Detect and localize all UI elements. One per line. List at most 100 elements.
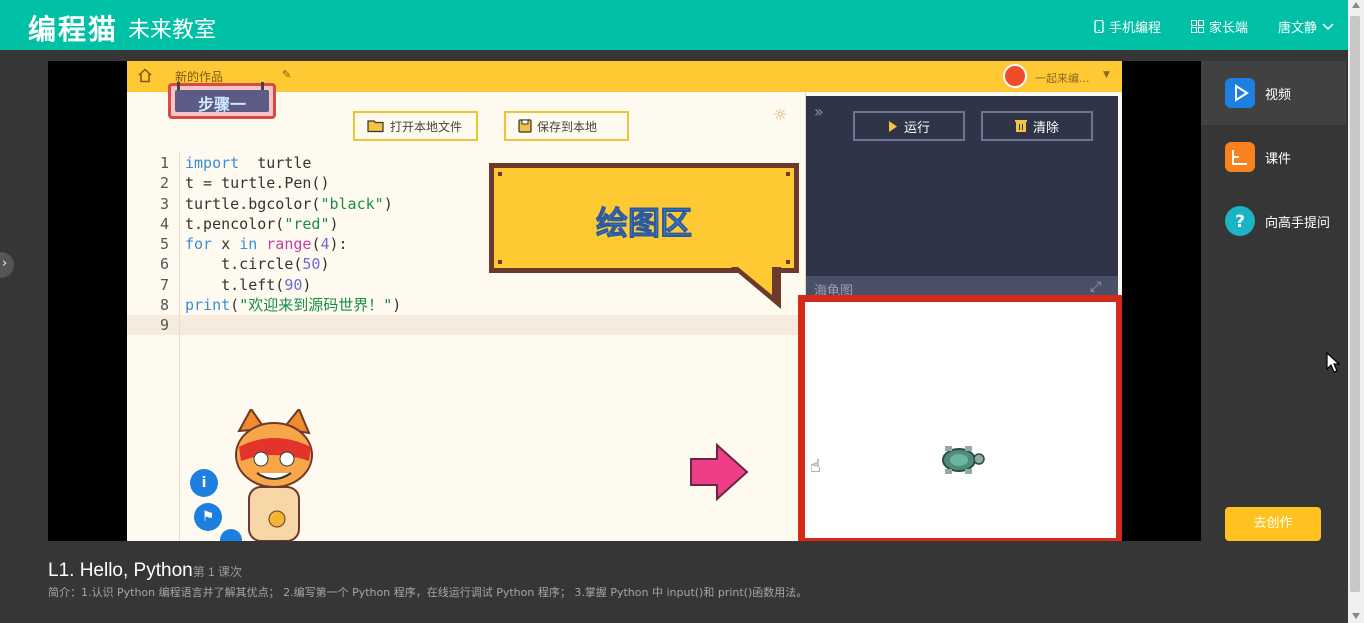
double-chevron-icon: » [814, 102, 824, 121]
chevron-right-icon: › [2, 256, 8, 271]
line-number: 2 [159, 174, 169, 193]
line-number: 5 [159, 235, 169, 254]
code-token: in [239, 235, 258, 254]
account-label: 一起来编... [1035, 72, 1090, 85]
code-token: "red" [284, 214, 330, 233]
lesson-meta: 第 1 课次 [192, 565, 243, 579]
expand-icon: ⤢ [1090, 279, 1102, 295]
panel-item-courseware[interactable]: 课件 [1201, 125, 1346, 189]
code-line: 7 t.left(90) [127, 275, 805, 295]
code-token: ( [230, 296, 240, 315]
lesson-title-text: L1. Hello, Python [48, 560, 193, 581]
right-panel: 视频 课件 ? 向高手提问 [1201, 61, 1346, 541]
panel-item-ask-expert[interactable]: ? 向高手提问 [1201, 189, 1346, 253]
top-bar: 编程猫 未来教室 手机编程 家长端 唐文静 [0, 0, 1348, 50]
nav-mobile-label: 手机编程 [1109, 21, 1162, 36]
avatar [1003, 64, 1027, 88]
user-menu[interactable]: 唐文静 [1278, 17, 1334, 36]
code-text: t = turtle.Pen() [185, 173, 330, 193]
code-line: 9 [127, 315, 805, 335]
code-token: range [266, 235, 312, 254]
video-frame: 新的作品 ✎ 一起来编... ▼ 步骤一 打开本地文件 保存到本地 ☼ 1 imp… [127, 61, 1122, 541]
pencil-icon: ✎ [282, 68, 292, 81]
code-token: ) [392, 296, 402, 315]
code-token: ) [302, 275, 312, 294]
code-text: import turtle [185, 153, 311, 173]
code-token: turtle.bgcolor( [185, 194, 321, 213]
turtle-icon [942, 446, 985, 474]
chevron-down-icon [1322, 22, 1334, 30]
line-number: 8 [159, 296, 169, 315]
code-token: ) [329, 214, 339, 233]
panel-item-video[interactable]: 视频 [1201, 61, 1346, 125]
code-text: for x in range(4): [185, 234, 348, 254]
code-token: t.circle( [185, 255, 303, 274]
user-name: 唐文静 [1278, 21, 1318, 36]
code-text: print("欢迎来到源码世界！") [185, 295, 401, 315]
bubble-rivet [786, 260, 790, 264]
nav-parent[interactable]: 家长端 [1191, 17, 1248, 36]
code-text: t.left(90) [185, 275, 311, 295]
mascot-cat-image [235, 409, 313, 541]
lesson-title: L1. Hello, Python第 1 课次 [48, 560, 242, 582]
save-local-button: 保存到本地 [504, 111, 629, 141]
code-token: t = turtle.Pen() [185, 174, 330, 193]
brand-subtitle: 未来教室 [128, 18, 217, 43]
code-token: t.pencolor( [185, 214, 285, 233]
brand-logo[interactable]: 编程猫 [28, 8, 118, 48]
scroll-down-icon[interactable] [1352, 613, 1360, 619]
line-number: 4 [159, 214, 169, 233]
mouse-pointer-icon [1326, 352, 1340, 373]
scroll-thumb[interactable] [1350, 16, 1360, 592]
badge-icon: ⚑ [194, 503, 222, 531]
code-text: t.circle(50) [185, 254, 330, 274]
run-label: 运行 [903, 120, 930, 136]
info-icon: i [190, 469, 218, 497]
clear-label: 清除 [1032, 120, 1059, 136]
code-text: t.pencolor("red") [185, 214, 339, 234]
home-icon [138, 68, 152, 83]
line-number: 9 [159, 316, 169, 335]
nav-mobile-coding[interactable]: 手机编程 [1094, 17, 1161, 36]
line-number: 7 [159, 275, 169, 294]
open-local-file-button: 打开本地文件 [353, 111, 478, 141]
turtle-canvas [798, 295, 1122, 541]
save-file-label: 保存到本地 [537, 119, 598, 134]
bubble-rivet [498, 260, 502, 264]
video-player[interactable]: 新的作品 ✎ 一起来编... ▼ 步骤一 打开本地文件 保存到本地 ☼ 1 imp… [48, 61, 1201, 541]
code-token: ) [320, 255, 330, 274]
bubble-rivet [498, 172, 502, 176]
step-sign: 步骤一 [168, 82, 276, 119]
line-number: 1 [159, 154, 169, 172]
code-text: turtle.bgcolor("black") [185, 194, 393, 214]
caret-down-icon: ▼ [1103, 70, 1110, 80]
hand-cursor-icon: ☝ [810, 456, 821, 477]
code-token: t.left( [185, 275, 285, 294]
nav-parent-label: 家长端 [1209, 21, 1249, 36]
panel-item-ask-label: 向高手提问 [1265, 216, 1331, 231]
sun-icon: ☼ [773, 105, 788, 124]
code-token: ) [383, 194, 393, 213]
line-number: 3 [159, 194, 169, 213]
clear-button: 清除 [981, 111, 1093, 141]
code-token: turtle [239, 154, 312, 172]
grid-icon [1191, 20, 1204, 33]
lesson-description: 简介：1.认识 Python 编程语言并了解其优点； 2.编写第一个 Pytho… [48, 586, 808, 599]
code-token: "欢迎来到源码世界！" [239, 296, 393, 315]
save-icon [518, 119, 532, 133]
output-panel: » 运行 清除 [806, 96, 1118, 276]
create-button[interactable]: 去创作 [1225, 507, 1321, 541]
code-token: print [185, 296, 231, 315]
scroll-up-icon[interactable] [1352, 2, 1360, 8]
question-icon: ? [1225, 206, 1255, 236]
left-panel-toggle[interactable]: › [0, 252, 14, 278]
drawing-area-bubble: 绘图区 [489, 163, 799, 273]
code-token: for [185, 235, 213, 254]
phone-icon [1094, 20, 1104, 33]
panel-item-courseware-label: 课件 [1265, 152, 1292, 167]
bubble-label: 绘图区 [595, 204, 692, 243]
code-line: 8 print("欢迎来到源码世界！") [127, 295, 805, 315]
code-token: 90 [284, 275, 303, 294]
code-token: "black" [320, 194, 384, 213]
